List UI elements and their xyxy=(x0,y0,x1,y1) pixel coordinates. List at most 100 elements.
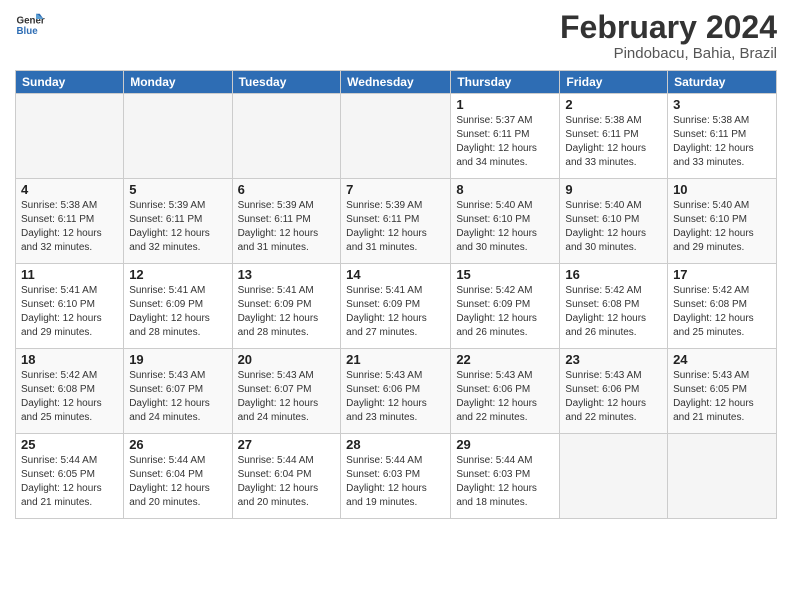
day-number: 27 xyxy=(238,437,336,452)
day-info: Sunrise: 5:40 AMSunset: 6:10 PMDaylight:… xyxy=(456,199,554,255)
title-block: February 2024 Pindobacu, Bahia, Brazil xyxy=(560,10,777,62)
day-info: Sunrise: 5:44 AMSunset: 6:04 PMDaylight:… xyxy=(129,454,226,510)
day-info: Sunrise: 5:40 AMSunset: 6:10 PMDaylight:… xyxy=(673,199,771,255)
calendar-week-2: 11 Sunrise: 5:41 AMSunset: 6:10 PMDayligh… xyxy=(16,264,777,349)
calendar-cell: 11 Sunrise: 5:41 AMSunset: 6:10 PMDayligh… xyxy=(16,264,124,349)
day-info: Sunrise: 5:44 AMSunset: 6:05 PMDaylight:… xyxy=(21,454,118,510)
day-info: Sunrise: 5:42 AMSunset: 6:09 PMDaylight:… xyxy=(456,284,554,340)
calendar-cell: 19 Sunrise: 5:43 AMSunset: 6:07 PMDayligh… xyxy=(124,349,232,434)
day-number: 5 xyxy=(129,182,226,197)
day-info: Sunrise: 5:42 AMSunset: 6:08 PMDaylight:… xyxy=(673,284,771,340)
calendar-cell xyxy=(668,434,777,519)
day-number: 18 xyxy=(21,352,118,367)
calendar-cell xyxy=(232,94,341,179)
day-number: 1 xyxy=(456,97,554,112)
calendar-cell: 5 Sunrise: 5:39 AMSunset: 6:11 PMDaylight… xyxy=(124,179,232,264)
logo: General Blue xyxy=(15,10,45,40)
day-number: 19 xyxy=(129,352,226,367)
calendar-cell: 24Sunrise: 5:43 AMSunset: 6:05 PMDayligh… xyxy=(668,349,777,434)
calendar-cell: 25 Sunrise: 5:44 AMSunset: 6:05 PMDayligh… xyxy=(16,434,124,519)
header-thursday: Thursday xyxy=(451,71,560,94)
header-wednesday: Wednesday xyxy=(341,71,451,94)
day-info: Sunrise: 5:43 AMSunset: 6:07 PMDaylight:… xyxy=(129,369,226,425)
day-info: Sunrise: 5:41 AMSunset: 6:09 PMDaylight:… xyxy=(346,284,445,340)
calendar-cell xyxy=(560,434,668,519)
day-info: Sunrise: 5:37 AMSunset: 6:11 PMDaylight:… xyxy=(456,114,554,170)
calendar-cell xyxy=(341,94,451,179)
day-info: Sunrise: 5:38 AMSunset: 6:11 PMDaylight:… xyxy=(565,114,662,170)
header-monday: Monday xyxy=(124,71,232,94)
calendar-cell: 2 Sunrise: 5:38 AMSunset: 6:11 PMDaylight… xyxy=(560,94,668,179)
day-info: Sunrise: 5:44 AMSunset: 6:03 PMDaylight:… xyxy=(346,454,445,510)
calendar-cell: 7 Sunrise: 5:39 AMSunset: 6:11 PMDaylight… xyxy=(341,179,451,264)
day-info: Sunrise: 5:43 AMSunset: 6:06 PMDaylight:… xyxy=(565,369,662,425)
day-number: 16 xyxy=(565,267,662,282)
calendar-cell: 3 Sunrise: 5:38 AMSunset: 6:11 PMDaylight… xyxy=(668,94,777,179)
day-number: 14 xyxy=(346,267,445,282)
calendar-cell: 21 Sunrise: 5:43 AMSunset: 6:06 PMDayligh… xyxy=(341,349,451,434)
day-number: 28 xyxy=(346,437,445,452)
calendar-cell: 20 Sunrise: 5:43 AMSunset: 6:07 PMDayligh… xyxy=(232,349,341,434)
subtitle: Pindobacu, Bahia, Brazil xyxy=(560,45,777,62)
logo-icon: General Blue xyxy=(15,10,45,40)
calendar-cell: 14 Sunrise: 5:41 AMSunset: 6:09 PMDayligh… xyxy=(341,264,451,349)
day-number: 7 xyxy=(346,182,445,197)
day-number: 12 xyxy=(129,267,226,282)
calendar-cell: 27Sunrise: 5:44 AMSunset: 6:04 PMDayligh… xyxy=(232,434,341,519)
day-number: 4 xyxy=(21,182,118,197)
day-info: Sunrise: 5:41 AMSunset: 6:10 PMDaylight:… xyxy=(21,284,118,340)
day-info: Sunrise: 5:41 AMSunset: 6:09 PMDaylight:… xyxy=(129,284,226,340)
day-number: 20 xyxy=(238,352,336,367)
header-friday: Friday xyxy=(560,71,668,94)
day-info: Sunrise: 5:42 AMSunset: 6:08 PMDaylight:… xyxy=(565,284,662,340)
calendar-cell: 23 Sunrise: 5:43 AMSunset: 6:06 PMDayligh… xyxy=(560,349,668,434)
calendar-week-4: 25 Sunrise: 5:44 AMSunset: 6:05 PMDayligh… xyxy=(16,434,777,519)
day-number: 3 xyxy=(673,97,771,112)
day-info: Sunrise: 5:43 AMSunset: 6:06 PMDaylight:… xyxy=(346,369,445,425)
day-number: 26 xyxy=(129,437,226,452)
calendar-cell: 9 Sunrise: 5:40 AMSunset: 6:10 PMDaylight… xyxy=(560,179,668,264)
calendar-cell xyxy=(16,94,124,179)
day-number: 11 xyxy=(21,267,118,282)
day-number: 10 xyxy=(673,182,771,197)
day-number: 13 xyxy=(238,267,336,282)
calendar-cell: 6 Sunrise: 5:39 AMSunset: 6:11 PMDaylight… xyxy=(232,179,341,264)
header: General Blue February 2024 Pindobacu, Ba… xyxy=(15,10,777,62)
day-number: 21 xyxy=(346,352,445,367)
calendar-cell: 1 Sunrise: 5:37 AMSunset: 6:11 PMDaylight… xyxy=(451,94,560,179)
day-number: 15 xyxy=(456,267,554,282)
calendar-cell: 18 Sunrise: 5:42 AMSunset: 6:08 PMDayligh… xyxy=(16,349,124,434)
calendar-cell: 12 Sunrise: 5:41 AMSunset: 6:09 PMDayligh… xyxy=(124,264,232,349)
day-info: Sunrise: 5:38 AMSunset: 6:11 PMDaylight:… xyxy=(21,199,118,255)
calendar-cell: 10 Sunrise: 5:40 AMSunset: 6:10 PMDayligh… xyxy=(668,179,777,264)
calendar-header-row: Sunday Monday Tuesday Wednesday Thursday… xyxy=(16,71,777,94)
main-title: February 2024 xyxy=(560,10,777,45)
calendar-cell xyxy=(124,94,232,179)
header-sunday: Sunday xyxy=(16,71,124,94)
header-tuesday: Tuesday xyxy=(232,71,341,94)
day-info: Sunrise: 5:39 AMSunset: 6:11 PMDaylight:… xyxy=(129,199,226,255)
calendar-cell: 22Sunrise: 5:43 AMSunset: 6:06 PMDayligh… xyxy=(451,349,560,434)
calendar-cell: 17 Sunrise: 5:42 AMSunset: 6:08 PMDayligh… xyxy=(668,264,777,349)
day-info: Sunrise: 5:40 AMSunset: 6:10 PMDaylight:… xyxy=(565,199,662,255)
day-number: 2 xyxy=(565,97,662,112)
calendar-cell: 28 Sunrise: 5:44 AMSunset: 6:03 PMDayligh… xyxy=(341,434,451,519)
calendar-week-0: 1 Sunrise: 5:37 AMSunset: 6:11 PMDaylight… xyxy=(16,94,777,179)
day-info: Sunrise: 5:43 AMSunset: 6:07 PMDaylight:… xyxy=(238,369,336,425)
day-number: 25 xyxy=(21,437,118,452)
day-number: 9 xyxy=(565,182,662,197)
calendar-cell: 26 Sunrise: 5:44 AMSunset: 6:04 PMDayligh… xyxy=(124,434,232,519)
calendar-cell: 8 Sunrise: 5:40 AMSunset: 6:10 PMDaylight… xyxy=(451,179,560,264)
day-number: 17 xyxy=(673,267,771,282)
day-info: Sunrise: 5:42 AMSunset: 6:08 PMDaylight:… xyxy=(21,369,118,425)
day-number: 6 xyxy=(238,182,336,197)
day-info: Sunrise: 5:38 AMSunset: 6:11 PMDaylight:… xyxy=(673,114,771,170)
day-number: 8 xyxy=(456,182,554,197)
page: General Blue February 2024 Pindobacu, Ba… xyxy=(0,0,792,612)
calendar-week-3: 18 Sunrise: 5:42 AMSunset: 6:08 PMDayligh… xyxy=(16,349,777,434)
calendar-cell: 4 Sunrise: 5:38 AMSunset: 6:11 PMDaylight… xyxy=(16,179,124,264)
day-info: Sunrise: 5:39 AMSunset: 6:11 PMDaylight:… xyxy=(238,199,336,255)
day-number: 22 xyxy=(456,352,554,367)
day-number: 23 xyxy=(565,352,662,367)
day-info: Sunrise: 5:39 AMSunset: 6:11 PMDaylight:… xyxy=(346,199,445,255)
